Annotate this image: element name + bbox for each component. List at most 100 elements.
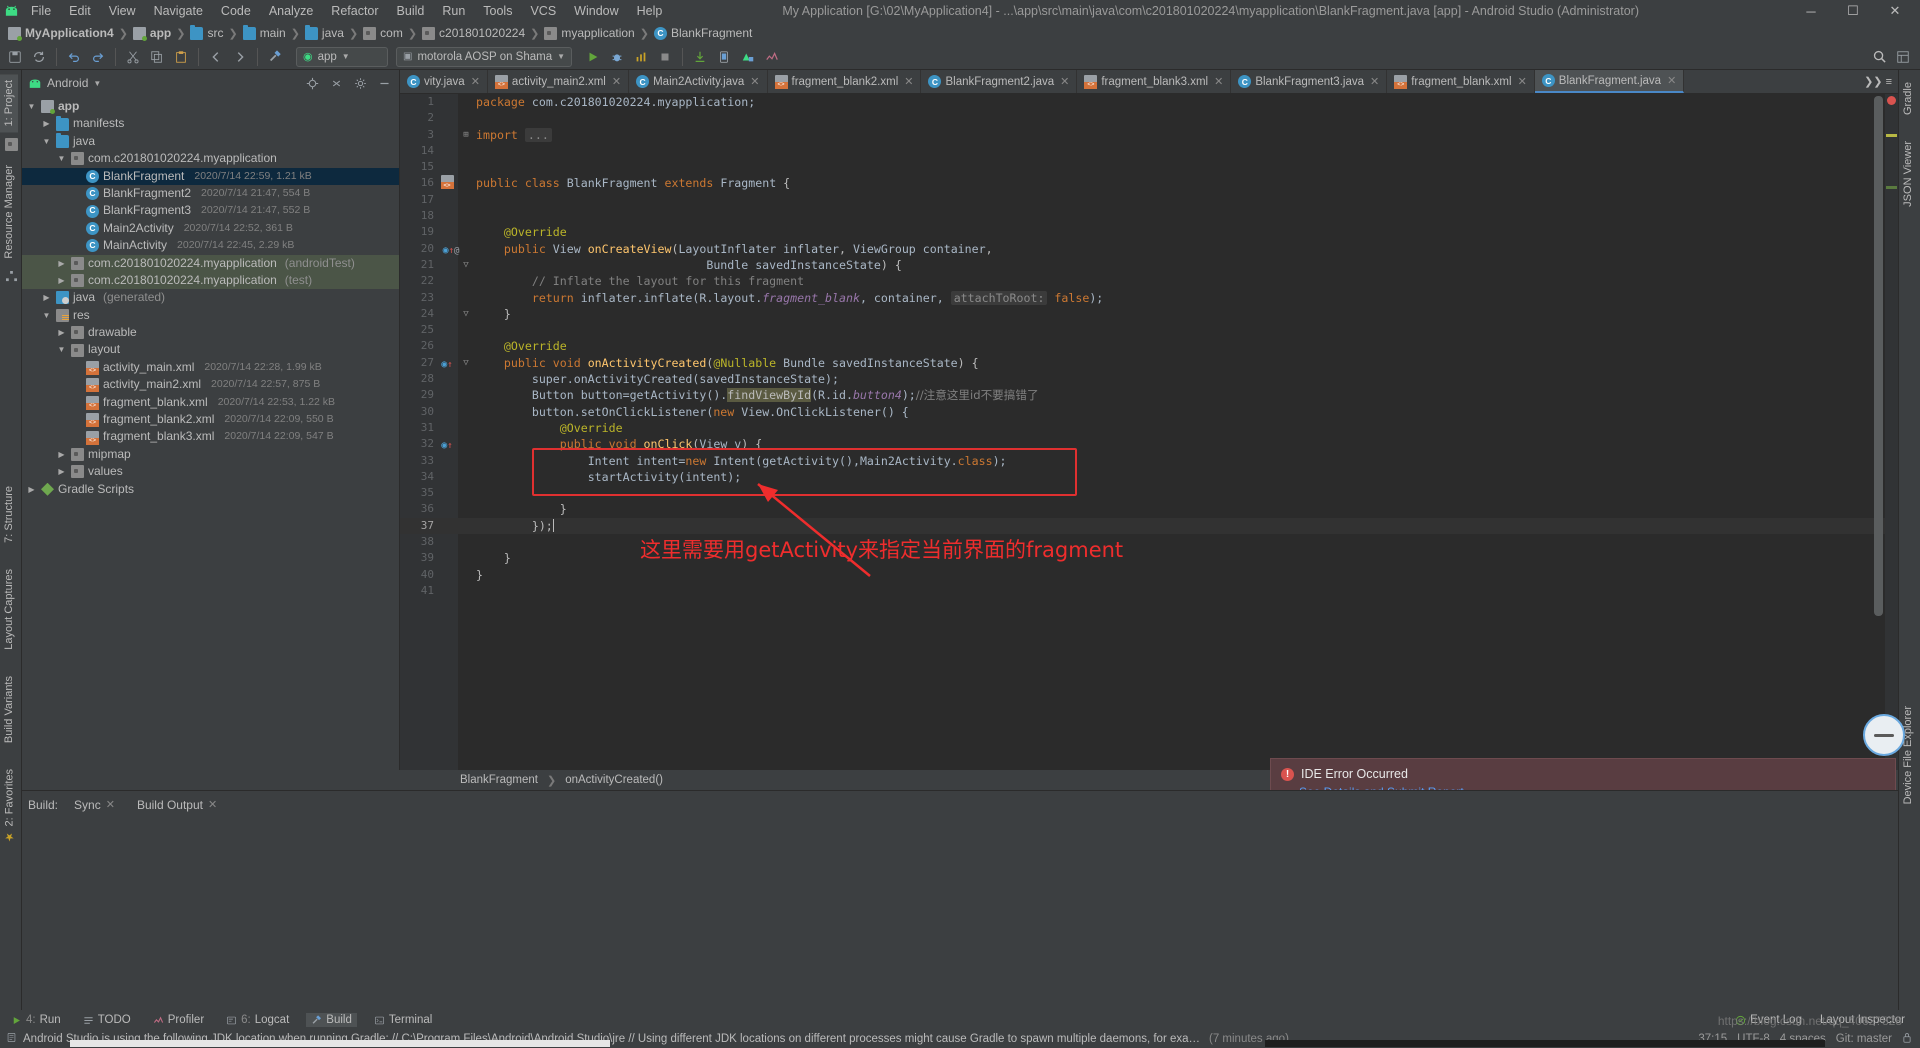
code-text[interactable]: Button button=getActivity().findViewById…: [476, 387, 1039, 403]
code-text[interactable]: // Inflate the layout for this fragment: [476, 273, 804, 289]
project-pane-header[interactable]: Android ▼: [22, 70, 399, 96]
code-text[interactable]: @Override: [476, 420, 623, 436]
hide-icon[interactable]: [375, 74, 393, 92]
expand-arrow-icon[interactable]: ▶: [56, 255, 67, 272]
menu-view[interactable]: View: [100, 2, 145, 20]
tree-node[interactable]: C MainActivity 2020/7/14 22:45, 2.29 kB: [22, 237, 399, 254]
close-icon[interactable]: ✕: [208, 798, 217, 811]
close-icon[interactable]: ✕: [1518, 75, 1527, 88]
annotation-marker-icon[interactable]: @: [454, 246, 459, 256]
tree-node[interactable]: ▶ Gradle Scripts: [22, 481, 399, 498]
tree-node[interactable]: ▶ com.c201801020224.myapplication (android…: [22, 254, 399, 272]
collapse-all-icon[interactable]: [327, 74, 345, 92]
warning-stripe[interactable]: [1886, 134, 1897, 137]
paste-icon[interactable]: [170, 46, 192, 68]
cut-icon[interactable]: [122, 46, 144, 68]
code-text[interactable]: return inflater.inflate(R.layout.fragmen…: [476, 290, 1103, 306]
code-line[interactable]: 30 button.setOnClickListener(new View.On…: [400, 404, 1898, 420]
vcs-branch[interactable]: Git: master: [1836, 1033, 1892, 1045]
stop-button[interactable]: [654, 46, 676, 68]
tree-node[interactable]: activity_main2.xml 2020/7/14 22:57, 875 B: [22, 376, 399, 393]
breadcrumb-app[interactable]: app: [131, 26, 173, 41]
window-controls[interactable]: ─ ☐ ✕: [1790, 0, 1916, 22]
code-text[interactable]: startActivity(intent);: [476, 469, 742, 485]
gear-icon[interactable]: [351, 74, 369, 92]
expand-arrow-icon[interactable]: ▶: [41, 115, 52, 132]
expand-arrow-icon[interactable]: ▶: [56, 446, 67, 463]
code-text[interactable]: package com.c201801020224.myapplication;: [476, 94, 755, 110]
editor-tab[interactable]: fragment_blank3.xml ✕: [1077, 70, 1232, 93]
main-toolbar[interactable]: ◉ app ▼ ▣ motorola AOSP on Shama ▼: [0, 44, 1920, 70]
copy-icon[interactable]: [146, 46, 168, 68]
target-icon[interactable]: [303, 74, 321, 92]
sidebar-item-favorites[interactable]: ★ 2: Favorites: [0, 763, 19, 849]
code-line[interactable]: 26 @Override: [400, 338, 1898, 354]
breadcrumb-package[interactable]: c201801020224: [420, 26, 527, 40]
sync-icon[interactable]: [28, 46, 50, 68]
close-icon[interactable]: ✕: [1370, 75, 1379, 88]
code-text[interactable]: public void onActivityCreated(@Nullable …: [476, 355, 979, 371]
code-line[interactable]: 33 Intent intent=new Intent(getActivity(…: [400, 453, 1898, 469]
close-icon[interactable]: ✕: [106, 798, 115, 811]
gutter-marker[interactable]: [436, 175, 458, 192]
expand-arrow-icon[interactable]: ▶: [56, 463, 67, 480]
code-line[interactable]: 18: [400, 208, 1898, 224]
code-text[interactable]: @Override: [476, 224, 567, 240]
tree-node[interactable]: fragment_blank3.xml 2020/7/14 22:09, 547 …: [22, 428, 399, 445]
editor-tab[interactable]: fragment_blank2.xml ✕: [768, 70, 922, 93]
sidebar-item-gradle[interactable]: Gradle: [1899, 76, 1917, 121]
code-line[interactable]: 36 }: [400, 501, 1898, 517]
close-icon[interactable]: ✕: [904, 75, 913, 88]
right-tool-window-bar[interactable]: Gradle JSON Viewer Device File Explorer: [1898, 70, 1920, 1010]
tree-node[interactable]: ▼ com.c201801020224.myapplication: [22, 150, 399, 167]
code-line[interactable]: 32 ◉↑ public void onClick(View v) {: [400, 436, 1898, 452]
code-fold-toggle[interactable]: ▽: [460, 306, 472, 322]
menu-analyze[interactable]: Analyze: [260, 2, 322, 20]
code-text[interactable]: super.onActivityCreated(savedInstanceSta…: [476, 371, 839, 387]
code-line[interactable]: 24 ▽ }: [400, 306, 1898, 322]
breadcrumb-main[interactable]: main: [241, 24, 288, 40]
tree-node[interactable]: ▶ java (generated): [22, 289, 399, 306]
code-line[interactable]: 22 // Inflate the layout for this fragme…: [400, 273, 1898, 289]
sidebar-item-structure[interactable]: 7: Structure: [0, 480, 18, 549]
sidebar-item-device-file-explorer[interactable]: Device File Explorer: [1899, 700, 1917, 810]
run-button[interactable]: [582, 46, 604, 68]
expand-arrow-icon[interactable]: ▶: [26, 481, 37, 498]
code-line[interactable]: 25: [400, 322, 1898, 338]
code-line[interactable]: 41: [400, 583, 1898, 599]
code-text[interactable]: });: [476, 518, 554, 534]
tree-node[interactable]: C Main2Activity 2020/7/14 22:52, 361 B: [22, 220, 399, 237]
profiler-icon[interactable]: [761, 46, 783, 68]
bottom-tab-profiler[interactable]: Profiler: [148, 1013, 209, 1027]
navigation-breadcrumb[interactable]: MyApplication4 ❯ app ❯ src ❯ main ❯ java…: [0, 22, 1920, 44]
editor-tab-bar[interactable]: Cvity.java✕activity_main2.xml✕CMain2Acti…: [400, 70, 1898, 94]
code-text[interactable]: }: [476, 567, 483, 583]
menu-navigate[interactable]: Navigate: [145, 2, 212, 20]
tree-node[interactable]: ▶ mipmap: [22, 446, 399, 463]
code-line[interactable]: 3 ⊞ import ...: [400, 127, 1898, 143]
tree-node[interactable]: ▼ res: [22, 307, 399, 324]
bottom-tab-build[interactable]: Build: [306, 1013, 357, 1027]
expand-arrow-icon[interactable]: ▶: [56, 324, 67, 341]
code-text[interactable]: @Override: [476, 338, 567, 354]
menu-bar[interactable]: File Edit View Navigate Code Analyze Ref…: [22, 2, 671, 20]
editor-tab[interactable]: fragment_blank.xml ✕: [1387, 70, 1535, 93]
lock-icon[interactable]: [1902, 1032, 1912, 1046]
code-text[interactable]: button.setOnClickListener(new View.OnCli…: [476, 404, 909, 420]
code-text[interactable]: }: [476, 550, 511, 566]
close-icon[interactable]: ✕: [1060, 75, 1069, 88]
code-text[interactable]: Bundle savedInstanceState) {: [476, 257, 901, 273]
code-text[interactable]: public View onCreateView(LayoutInflater …: [476, 241, 993, 257]
breadcrumb-project[interactable]: MyApplication4: [6, 26, 116, 41]
redo-icon[interactable]: [87, 46, 109, 68]
code-line[interactable]: 38: [400, 534, 1898, 550]
device-selector[interactable]: ▣ motorola AOSP on Shama ▼: [396, 46, 573, 67]
breadcrumb-java[interactable]: java: [303, 24, 346, 40]
tree-node[interactable]: ▶ com.c201801020224.myapplication (test): [22, 271, 399, 290]
project-tool-window[interactable]: Android ▼ ▼ app ▶ manifests ▼ java ▼ com.c20180…: [22, 70, 400, 770]
tree-node[interactable]: fragment_blank.xml 2020/7/14 22:53, 1.22 …: [22, 394, 399, 411]
code-fold-toggle[interactable]: ▽: [460, 355, 472, 371]
sidebar-item-project[interactable]: 1: Project: [0, 74, 18, 133]
code-line[interactable]: 31 @Override: [400, 420, 1898, 436]
code-text[interactable]: }: [476, 501, 567, 517]
